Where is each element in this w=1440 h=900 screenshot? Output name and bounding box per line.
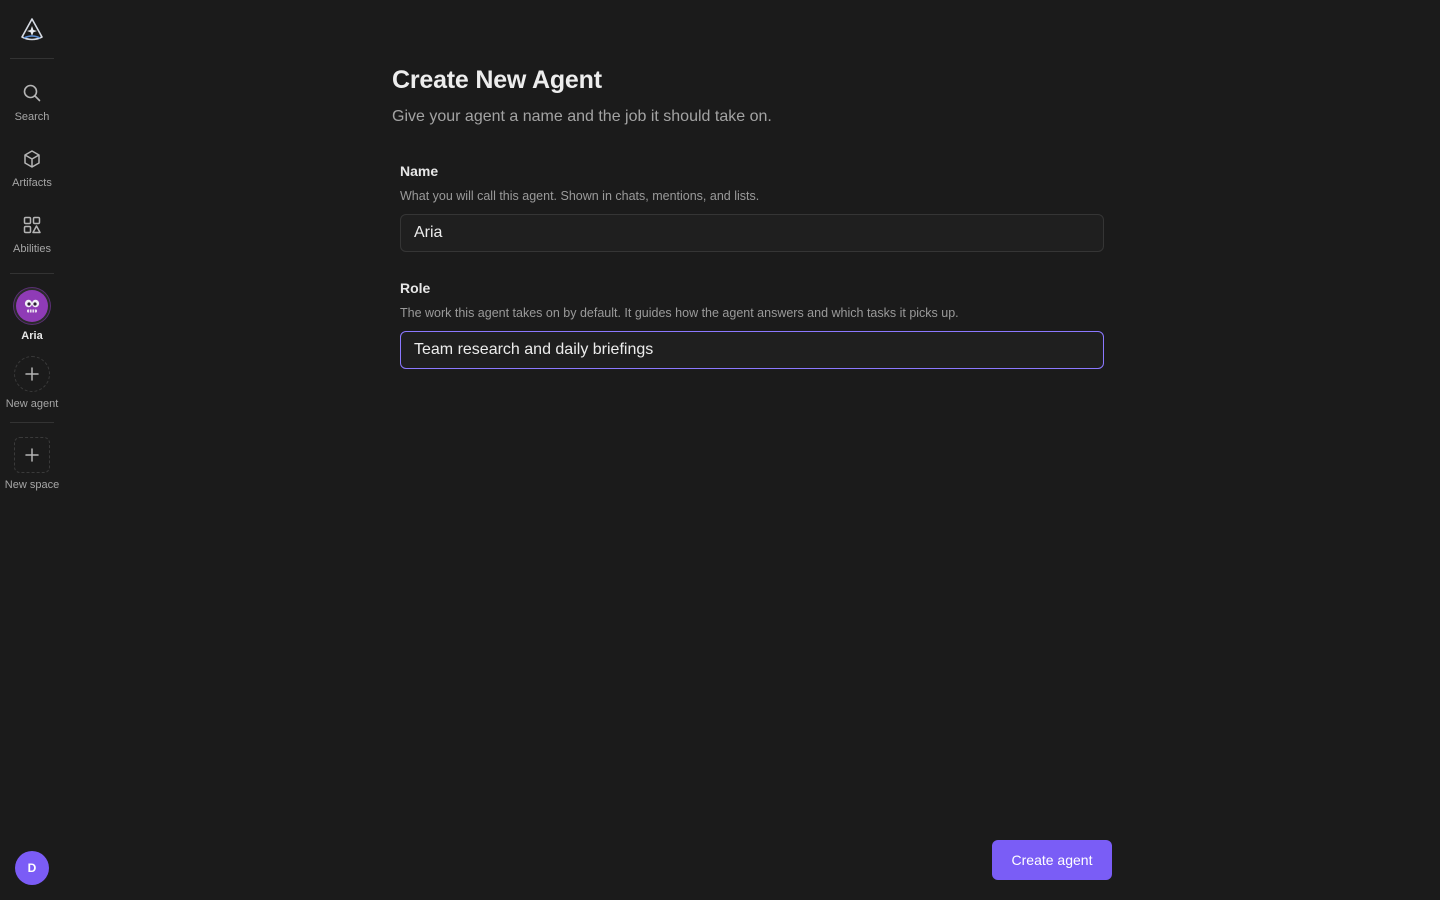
app-root: Search Artifacts Abilities Aria New agen… bbox=[0, 0, 1440, 900]
search-icon bbox=[20, 81, 44, 105]
page-title: Create New Agent bbox=[392, 66, 602, 94]
sidebar-divider bbox=[10, 58, 54, 59]
cube-icon bbox=[20, 147, 44, 171]
sidebar-item-agent-aria[interactable]: Aria bbox=[0, 290, 64, 342]
sidebar-item-label: Abilities bbox=[13, 243, 51, 255]
role-hint: The work this agent takes on by default.… bbox=[400, 306, 959, 320]
sidebar-item-label: Aria bbox=[21, 330, 43, 342]
sidebar-item-label: New space bbox=[4, 479, 60, 491]
user-avatar[interactable]: D bbox=[15, 851, 49, 885]
app-logo-icon[interactable] bbox=[16, 14, 48, 46]
name-field-group: Name What you will call this agent. Show… bbox=[400, 163, 1104, 252]
sidebar-item-label: New agent bbox=[5, 398, 59, 410]
role-input[interactable] bbox=[400, 331, 1104, 369]
name-label: Name bbox=[400, 163, 439, 179]
sidebar-item-label: Artifacts bbox=[12, 177, 52, 189]
new-agent-button[interactable]: New agent bbox=[0, 356, 64, 410]
sidebar-item-abilities[interactable]: Abilities bbox=[0, 213, 64, 255]
new-space-button[interactable]: New space bbox=[0, 437, 64, 491]
shapes-grid-icon bbox=[20, 213, 44, 237]
main-content: Create New Agent Give your agent a name … bbox=[64, 0, 1440, 900]
role-label: Role bbox=[400, 280, 431, 296]
plus-icon bbox=[14, 356, 50, 392]
sidebar-item-search[interactable]: Search bbox=[0, 81, 64, 123]
robot-face-icon bbox=[16, 290, 48, 322]
role-field-group: Role The work this agent takes on by def… bbox=[400, 280, 1104, 369]
name-input[interactable] bbox=[400, 214, 1104, 252]
sidebar-divider bbox=[10, 422, 54, 423]
sidebar-item-artifacts[interactable]: Artifacts bbox=[0, 147, 64, 189]
plus-icon bbox=[14, 437, 50, 473]
sidebar-divider bbox=[10, 273, 54, 274]
create-agent-button[interactable]: Create agent bbox=[992, 840, 1112, 880]
name-hint: What you will call this agent. Shown in … bbox=[400, 189, 760, 203]
sidebar: Search Artifacts Abilities Aria New agen… bbox=[0, 0, 64, 900]
page-subtitle: Give your agent a name and the job it sh… bbox=[392, 108, 772, 125]
sidebar-item-label: Search bbox=[14, 111, 50, 123]
